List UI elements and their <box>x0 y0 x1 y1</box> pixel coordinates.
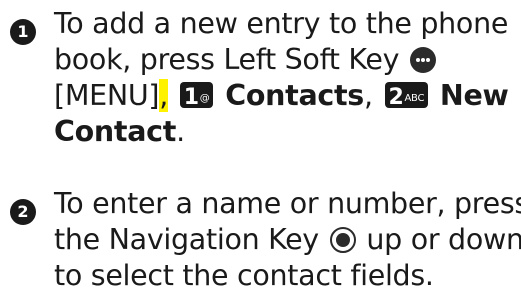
menu-label: [MENU] <box>54 79 160 112</box>
step-number-badge: 1 <box>10 19 36 45</box>
period: . <box>176 115 185 148</box>
new-label: New <box>439 79 509 112</box>
navigation-key-icon <box>329 227 356 253</box>
comma-2: , <box>363 79 373 112</box>
step-2-line-1: To enter a name or number, press <box>54 187 521 220</box>
step-1-line-2-prefix: book, press Left Soft Key <box>54 43 400 76</box>
step-2-line-2-prefix: the Navigation Key <box>54 223 319 256</box>
step-1-line-4: Contact. <box>54 114 517 150</box>
step-2-text: To enter a name or number, press the Nav… <box>54 186 521 294</box>
step-2-line-2-suffix: up or down <box>366 223 521 256</box>
step-2-line-2: the Navigation Key up or down <box>54 222 521 258</box>
step-1-line-1: To add a new entry to the phone <box>54 7 509 40</box>
step-1-text: To add a new entry to the phone book, pr… <box>54 6 517 150</box>
step-1-line-3: [MENU], 1@ Contacts, 2ABC New <box>54 78 517 114</box>
key-1-icon: 1@ <box>179 82 214 110</box>
key-2-letters: ABC <box>404 93 425 104</box>
step-1-line-2: book, press Left Soft Key <box>54 42 517 78</box>
key-1-digit: 1 <box>183 85 199 110</box>
step-2-line-3: to select the contact fields. <box>54 259 434 292</box>
step-2: 2 To enter a name or number, press the N… <box>10 186 521 294</box>
key-2-digit: 2 <box>388 85 404 110</box>
key-2-icon: 2ABC <box>384 82 429 110</box>
contact-label: Contact <box>54 115 177 148</box>
highlighted-comma: , <box>159 79 168 112</box>
left-soft-key-icon <box>409 47 436 73</box>
key-1-letters: @ <box>199 93 210 104</box>
contacts-label: Contacts <box>225 79 364 112</box>
step-1: 1 To add a new entry to the phone book, … <box>10 6 517 150</box>
step-number-badge: 2 <box>10 199 36 225</box>
